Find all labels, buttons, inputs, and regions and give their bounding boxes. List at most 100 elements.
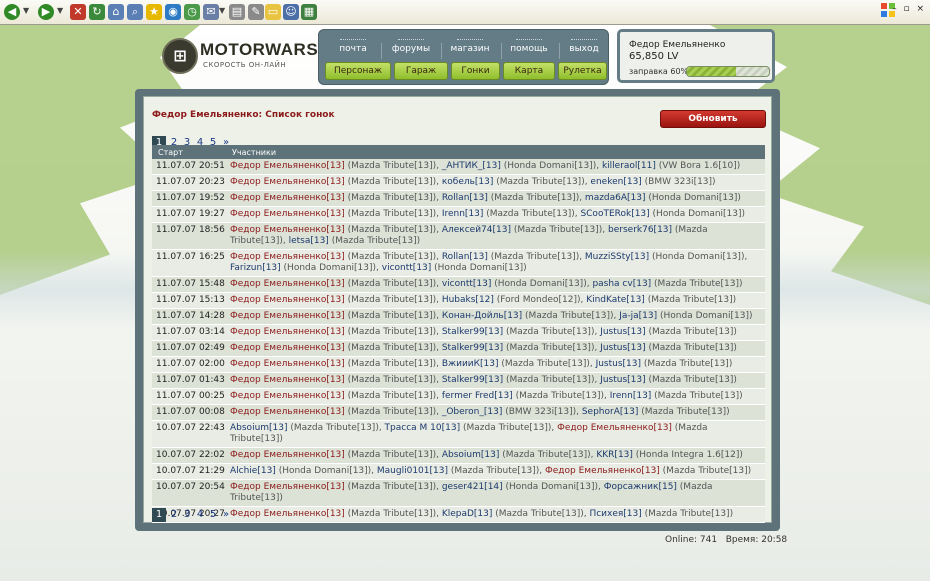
participant-link[interactable]: Конан-Дойль[13]: [442, 311, 522, 321]
stop-icon[interactable]: ✕: [70, 4, 86, 20]
print-icon[interactable]: ▤: [229, 4, 245, 20]
participant-link[interactable]: Justus[13]: [600, 343, 645, 353]
participant-link[interactable]: Федор Емельяненко[13]: [230, 252, 345, 262]
participant-link[interactable]: Justus[13]: [600, 327, 645, 337]
nav-garage-button[interactable]: Гараж: [394, 62, 448, 80]
participant-link[interactable]: Федор Емельяненко[13]: [230, 482, 345, 492]
participant-link[interactable]: Hubaks[12]: [442, 295, 494, 305]
page-link[interactable]: 3: [182, 508, 192, 522]
participant-link[interactable]: SCooTERok[13]: [580, 209, 649, 219]
participant-link[interactable]: Absoium[13]: [442, 450, 500, 460]
participant-link[interactable]: _Oberon_[13]: [442, 407, 503, 417]
nav-map-button[interactable]: Карта: [503, 62, 555, 80]
participant-link[interactable]: KlepaD[13]: [442, 509, 493, 519]
participant-link[interactable]: Федор Емельяненко[13]: [545, 466, 660, 476]
nav-roulette-button[interactable]: Рулетка: [558, 62, 607, 80]
nav-help[interactable]: помощь: [507, 39, 551, 54]
chevron-down-icon[interactable]: ▼: [23, 6, 29, 15]
participant-link[interactable]: _АНТИК_[13]: [442, 161, 501, 171]
nav-shop[interactable]: магазин: [447, 39, 493, 54]
messenger-icon[interactable]: ☺: [283, 4, 299, 20]
participant-link[interactable]: vicontt[13]: [442, 279, 492, 289]
edit-icon[interactable]: ✎: [248, 4, 264, 20]
nav-forums[interactable]: форумы: [389, 39, 433, 54]
participant-link[interactable]: Федор Емельяненко[13]: [230, 391, 345, 401]
refresh-button[interactable]: Обновить: [660, 110, 766, 128]
participant-link[interactable]: Maugli0101[13]: [377, 466, 448, 476]
participant-link[interactable]: Farizun[13]: [230, 263, 281, 273]
back-arrow-icon[interactable]: ◀: [4, 4, 20, 20]
forward-arrow-icon[interactable]: ▶: [38, 4, 54, 20]
participant-link[interactable]: Justus[13]: [600, 375, 645, 385]
participant-link[interactable]: Absoium[13]: [230, 423, 288, 433]
participant-link[interactable]: Форсажник[15]: [604, 482, 677, 492]
participant-link[interactable]: mazda6A[13]: [585, 193, 646, 203]
participant-link[interactable]: Федор Емельяненко[13]: [230, 177, 345, 187]
participant-link[interactable]: Федор Емельяненко[13]: [230, 161, 345, 171]
nav-mail[interactable]: почта: [335, 39, 371, 54]
favorites-star-icon[interactable]: ★: [146, 4, 162, 20]
participant-link[interactable]: MuzziSSty[13]: [585, 252, 649, 262]
window-controls[interactable]: – ▫ ×: [892, 4, 926, 14]
mail-icon[interactable]: ✉: [203, 4, 219, 20]
participant-link[interactable]: Федор Емельяненко[13]: [557, 423, 672, 433]
participant-link[interactable]: KindKate[13]: [586, 295, 645, 305]
site-logo[interactable]: ⊞ MOTORWARS.RU СКОРОСТЬ ОН-ЛАЙН: [162, 38, 348, 74]
participant-link[interactable]: Федор Емельяненко[13]: [230, 450, 345, 460]
home-icon[interactable]: ⌂: [108, 4, 124, 20]
participant-link[interactable]: Stalker99[13]: [442, 343, 503, 353]
participant-link[interactable]: Федор Емельяненко[13]: [230, 193, 345, 203]
nav-logout[interactable]: выход: [565, 39, 603, 54]
participant-link[interactable]: Алексей74[13]: [442, 225, 511, 235]
extension-icon[interactable]: ▦: [301, 4, 317, 20]
participant-link[interactable]: кобель[13]: [442, 177, 494, 187]
participant-link[interactable]: Irenn[13]: [442, 209, 484, 219]
participant-link[interactable]: Stalker99[13]: [442, 327, 503, 337]
participant-link[interactable]: berserk76[13]: [608, 225, 672, 235]
nav-character-button[interactable]: Персонаж: [325, 62, 391, 80]
refresh-icon[interactable]: ↻: [89, 4, 105, 20]
participant-link[interactable]: geser421[14]: [442, 482, 503, 492]
participant-link[interactable]: vicontt[13]: [382, 263, 432, 273]
chevron-down-icon[interactable]: ▼: [219, 6, 225, 15]
search-icon[interactable]: ⌕: [127, 4, 143, 20]
chevron-down-icon[interactable]: ▼: [57, 6, 63, 15]
notepad-icon[interactable]: ▭: [265, 4, 281, 20]
participant-link[interactable]: Stalker99[13]: [442, 375, 503, 385]
participant-link[interactable]: Федор Емельяненко[13]: [230, 509, 345, 519]
participant-link[interactable]: Федор Емельяненко[13]: [230, 225, 345, 235]
participant-link[interactable]: Федор Емельяненко[13]: [230, 295, 345, 305]
participant-link[interactable]: Irenn[13]: [610, 391, 652, 401]
participant-link[interactable]: Justus[13]: [596, 359, 641, 369]
participant-link[interactable]: Трасса М 10[13]: [385, 423, 461, 433]
participant-link[interactable]: Федор Емельяненко[13]: [230, 343, 345, 353]
participant-link[interactable]: eneken[13]: [590, 177, 641, 187]
participant-link[interactable]: SephorA[13]: [582, 407, 639, 417]
participant-link[interactable]: Федор Емельяненко[13]: [230, 359, 345, 369]
page-link[interactable]: 2: [169, 508, 179, 522]
participant-link[interactable]: Alchie[13]: [230, 466, 276, 476]
next-page-link[interactable]: »: [221, 508, 231, 522]
nav-races-button[interactable]: Гонки: [451, 62, 500, 80]
user-name[interactable]: Федор Емельяненко: [629, 40, 725, 50]
participant-link[interactable]: Федор Емельяненко[13]: [230, 279, 345, 289]
participant-link[interactable]: fermer Fred[13]: [442, 391, 513, 401]
participant-link[interactable]: ВжиииК[13]: [442, 359, 499, 369]
participant-link[interactable]: Психея[13]: [589, 509, 641, 519]
participant-link[interactable]: pasha cv[13]: [592, 279, 651, 289]
participant-link[interactable]: Федор Емельяненко[13]: [230, 327, 345, 337]
media-icon[interactable]: ◉: [165, 4, 181, 20]
participant-link[interactable]: Федор Емельяненко[13]: [230, 407, 345, 417]
participant-link[interactable]: Федор Емельяненко[13]: [230, 209, 345, 219]
participant-link[interactable]: Ja-ja[13]: [619, 311, 657, 321]
participant-link[interactable]: killeraol[11]: [602, 161, 656, 171]
page-link[interactable]: 1: [152, 508, 166, 522]
participant-link[interactable]: letsa[13]: [289, 236, 329, 246]
participant-link[interactable]: Rollan[13]: [442, 252, 488, 262]
participant-link[interactable]: Федор Емельяненко[13]: [230, 375, 345, 385]
participant-link[interactable]: Rollan[13]: [442, 193, 488, 203]
participant-link[interactable]: Федор Емельяненко[13]: [230, 311, 345, 321]
participant-link[interactable]: KKR[13]: [596, 450, 633, 460]
history-icon[interactable]: ◷: [184, 4, 200, 20]
page-link[interactable]: 4: [195, 508, 205, 522]
